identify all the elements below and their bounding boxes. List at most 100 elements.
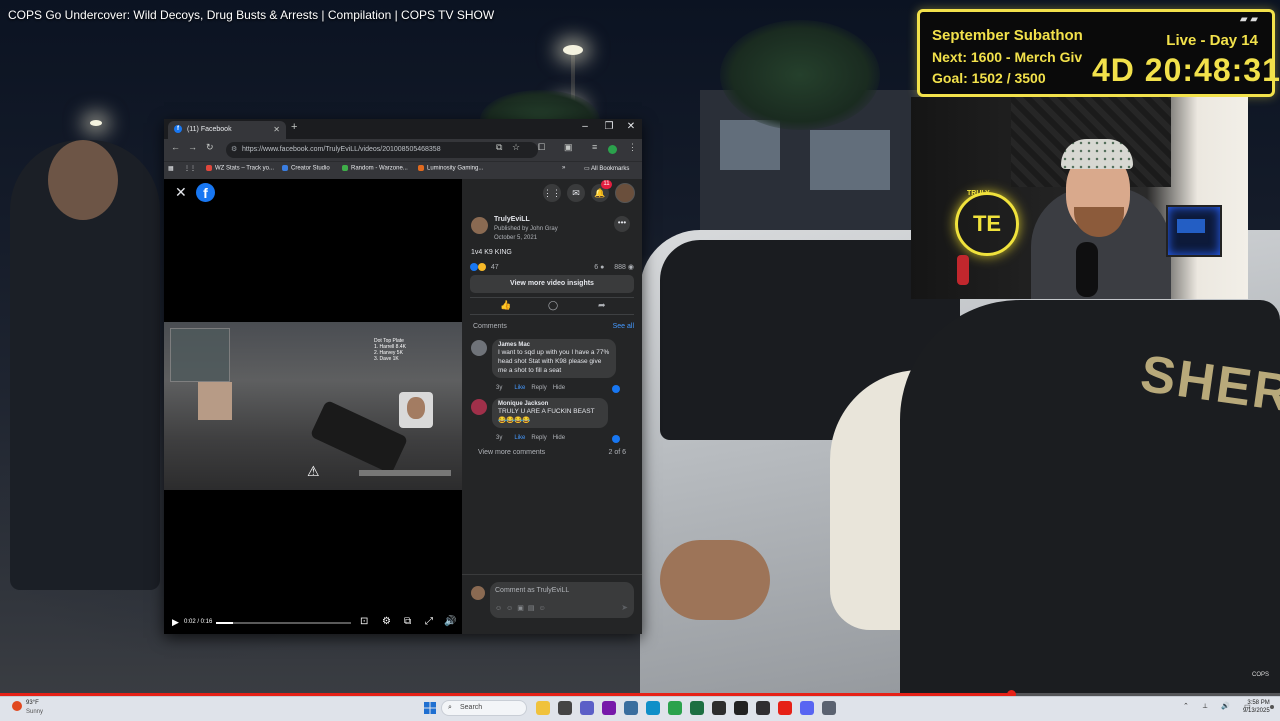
chatgpt-icon[interactable]	[734, 701, 748, 715]
minimize-icon[interactable]: –	[576, 121, 594, 132]
discord-icon[interactable]	[800, 701, 814, 715]
comment-reply-link[interactable]: Reply	[531, 385, 546, 391]
commenter-avatar[interactable]	[471, 399, 487, 415]
facebook-page: ✕ f Dot Top Plate 1. Harrell 8.4K 2. Har…	[164, 179, 642, 634]
tab-close-icon[interactable]: ✕	[273, 121, 280, 139]
comment-like-badge-icon	[612, 385, 620, 393]
background-officer-head	[48, 140, 118, 220]
comment-composer: Comment as TrulyEviLL ☺☺▣▤☺ ➤	[462, 574, 642, 634]
edge-icon[interactable]	[646, 701, 660, 715]
weather-desc[interactable]: Sunny	[26, 709, 43, 715]
share-arrow-icon[interactable]: ➦	[598, 300, 606, 311]
all-bookmarks-label: All Bookmarks	[591, 166, 630, 172]
profile-avatar[interactable]	[608, 145, 617, 154]
comment-like-link[interactable]: Like	[514, 385, 525, 391]
picture-in-picture-icon[interactable]: ⧉	[404, 616, 411, 627]
comment-hide-link[interactable]: Hide	[553, 435, 565, 441]
extensions-icon[interactable]: ⧠	[538, 142, 545, 153]
onenote-icon[interactable]	[602, 701, 616, 715]
bookmark-star-icon[interactable]: ☆	[512, 142, 520, 153]
play-icon[interactable]: ▶	[172, 617, 179, 628]
bookmarks-sidebar-icon[interactable]: ▦	[168, 165, 174, 172]
menu-kebab-icon[interactable]: ⋮	[628, 142, 637, 153]
obs-icon[interactable]	[756, 701, 770, 715]
comment-reply-link[interactable]: Reply	[531, 435, 546, 441]
calculator-icon[interactable]	[624, 701, 638, 715]
reaction-count: 47	[490, 263, 499, 271]
composer-emoji-icons[interactable]: ☺☺▣▤☺	[495, 604, 550, 612]
post-date[interactable]: October 5, 2021	[494, 235, 537, 241]
weather-temp[interactable]: 93°F	[26, 700, 39, 706]
bookmarks-bar: ▦ ⋮⋮ WZ Stats – Track yo... Creator Stud…	[164, 161, 642, 179]
restore-icon[interactable]: ❐	[600, 121, 618, 132]
comment-bubble-icon[interactable]: ◯	[548, 300, 558, 311]
volume-icon[interactable]: 🔊	[444, 616, 456, 627]
more-bookmarks-icon[interactable]: »	[562, 165, 565, 171]
excel-icon[interactable]	[690, 701, 704, 715]
see-all-link[interactable]: See all	[613, 323, 634, 330]
tab-facebook[interactable]: f (11) Facebook ✕	[168, 121, 286, 139]
forward-icon[interactable]: →	[188, 142, 197, 152]
weather-icon[interactable]	[12, 701, 22, 711]
like-thumb-icon[interactable]: 👍	[500, 300, 511, 311]
comment-hide-link[interactable]: Hide	[553, 385, 565, 391]
comment-count[interactable]: 6	[594, 264, 598, 271]
settings-gear-icon[interactable]: ⚙	[382, 616, 391, 627]
all-bookmarks[interactable]: ▭ All Bookmarks	[584, 165, 629, 172]
chrome-icon[interactable]	[668, 701, 682, 715]
reaction-summary[interactable]: 47	[470, 263, 499, 271]
apps-grid-icon[interactable]: ⋮⋮	[184, 165, 196, 172]
captions-icon[interactable]: ⊡	[360, 616, 368, 627]
send-icon[interactable]: ➤	[621, 603, 628, 612]
view-more-comments-link[interactable]: View more comments	[478, 449, 545, 456]
teams-icon[interactable]	[580, 701, 594, 715]
youtube-studio-icon[interactable]	[778, 701, 792, 715]
composer-avatar	[471, 586, 485, 600]
comment-like-link[interactable]: Like	[514, 435, 525, 441]
reload-icon[interactable]: ↻	[206, 142, 214, 153]
commenter-avatar[interactable]	[471, 340, 487, 356]
media-player-icon[interactable]	[558, 701, 572, 715]
post-author-avatar[interactable]	[471, 217, 488, 234]
taskbar-clock[interactable]: 3:58 PM 9/13/2025	[1243, 699, 1270, 715]
address-bar[interactable]: ⚙ https://www.facebook.com/TrulyEviLL/vi…	[226, 142, 538, 158]
cast-icon[interactable]: ⧉	[496, 142, 502, 153]
facebook-logo-icon[interactable]: f	[196, 183, 215, 202]
terminal-icon[interactable]	[712, 701, 726, 715]
monitor-glow	[1177, 219, 1205, 233]
new-tab-icon[interactable]: +	[291, 121, 297, 133]
file-explorer-icon[interactable]	[536, 701, 550, 715]
close-window-icon[interactable]: ✕	[622, 121, 640, 132]
game-weapon	[309, 399, 409, 475]
account-avatar[interactable]	[615, 183, 635, 203]
start-windows-icon[interactable]	[424, 702, 436, 714]
bookmark-creator-studio[interactable]: Creator Studio	[282, 165, 330, 172]
site-info-icon[interactable]: ⚙	[231, 142, 237, 158]
close-viewer-icon[interactable]: ✕	[175, 184, 187, 201]
notification-count-badge: 11	[601, 180, 612, 189]
menu-grid-icon[interactable]: ⋮⋮	[543, 184, 561, 202]
post-author-name[interactable]: TrulyEviLL	[494, 216, 530, 223]
bookmark-label: WZ Stats – Track yo...	[215, 165, 275, 172]
subathon-timer: 4D 20:48:31	[1092, 52, 1280, 88]
comments-heading: Comments	[473, 323, 507, 330]
bookmark-wz-stats[interactable]: WZ Stats – Track yo...	[206, 165, 274, 172]
video-seek-bar[interactable]	[216, 622, 351, 624]
cops-watermark-icon: COPS	[1252, 672, 1270, 678]
settings-icon[interactable]	[822, 701, 836, 715]
notification-center-icon[interactable]	[1270, 705, 1274, 709]
fullscreen-icon[interactable]: ⤢	[425, 616, 433, 627]
media-control-icon[interactable]: ≡	[592, 142, 597, 152]
post-more-options-icon[interactable]: •••	[614, 216, 630, 232]
gameplay-video[interactable]: Dot Top Plate 1. Harrell 8.4K 2. Harvey …	[164, 322, 462, 490]
screenshot-icon[interactable]: ▣	[564, 142, 573, 153]
bookmark-random-warzone[interactable]: Random - Warzone...	[342, 165, 408, 172]
back-icon[interactable]: ←	[171, 142, 180, 152]
view-insights-button[interactable]: View more video insights	[470, 275, 634, 293]
neon-logo: TE	[955, 192, 1019, 256]
taskbar-search[interactable]: ⌕ Search	[441, 700, 527, 716]
bookmark-luminosity[interactable]: Luminosity Gaming...	[418, 165, 483, 172]
clock-time: 3:58 PM	[1247, 700, 1270, 706]
messenger-icon[interactable]: ✉	[567, 184, 585, 202]
comment-input[interactable]: Comment as TrulyEviLL ☺☺▣▤☺ ➤	[490, 582, 634, 618]
